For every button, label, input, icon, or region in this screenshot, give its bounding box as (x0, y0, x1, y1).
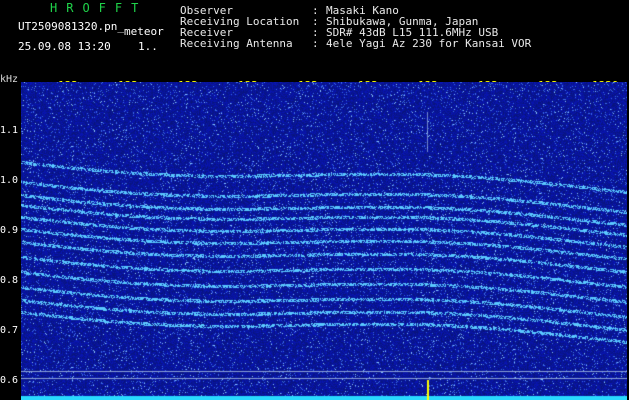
app-title: HROFFT (50, 1, 148, 15)
date-time: 25.09.08 13:20 (18, 40, 111, 53)
y-tick: 0.9 (0, 225, 19, 236)
y-tick: 0.6 (0, 375, 19, 386)
header: HROFFT UT2509081320.pn_ meteor 25.09.08 … (0, 0, 629, 72)
y-axis-unit: kHz (0, 74, 19, 85)
event-tag: meteor (124, 25, 164, 38)
y-tick: 1.1 (0, 125, 19, 136)
y-tick: 0.7 (0, 325, 19, 336)
spectrogram-waterfall (21, 82, 627, 400)
file-name: UT2509081320.pn_ (18, 20, 124, 33)
y-tick: 0.8 (0, 275, 19, 286)
antenna-label: Receiving Antenna (180, 37, 293, 50)
antenna-value: 4ele Yagi Az 230 for Kansai VOR (326, 37, 532, 50)
antenna-colon: : (312, 37, 319, 50)
frame-index: 1.. (138, 40, 158, 53)
y-tick: 1.0 (0, 175, 19, 186)
